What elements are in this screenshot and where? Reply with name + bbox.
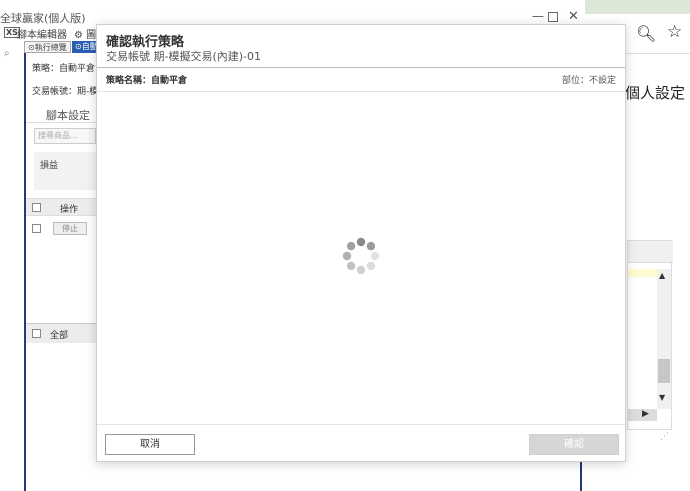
strategy-name: 策略名稱：自動平倉	[106, 76, 188, 86]
list-header	[628, 241, 673, 263]
confirm-button[interactable]: 確認	[529, 434, 619, 455]
tab-execution-overview[interactable]: ⊙執行總覽	[24, 41, 71, 53]
loading-spinner-icon	[342, 237, 380, 275]
menu-item-script-editor[interactable]: 腳本編輯器	[17, 26, 67, 41]
pnl-box: 損益	[34, 152, 96, 190]
all-label: 全部	[50, 331, 69, 341]
grid-header: 操作	[26, 198, 100, 216]
scroll-down-icon[interactable]: ▼	[659, 393, 665, 402]
strategy-label: 策略：自動平倉	[32, 64, 96, 74]
stop-button[interactable]: 停止	[53, 222, 87, 235]
all-checkbox[interactable]	[32, 329, 41, 338]
product-search-input[interactable]: 搜尋商品...	[34, 128, 96, 144]
info-divider	[97, 91, 625, 92]
star-icon[interactable]: ☆	[667, 22, 682, 42]
strategy-panel: 策略：自動平倉 交易帳號：期-模 腳本設定 搜尋商品... 損益 操作 停止 全…	[24, 53, 100, 491]
script-settings-label: 腳本設定	[46, 109, 90, 122]
list-panel: ▲ ▼ ▶	[627, 240, 673, 430]
minimize-icon[interactable]: —	[532, 9, 544, 23]
maximize-icon[interactable]	[548, 12, 558, 22]
pnl-label: 損益	[40, 161, 59, 171]
app-window-title: 全球贏家(個人版)	[0, 12, 86, 25]
operation-column-header: 操作	[60, 205, 79, 215]
footer-divider	[97, 424, 625, 425]
menu-item-chart[interactable]: ⚙ 圖	[74, 26, 96, 41]
vertical-scrollbar[interactable]: ▲ ▼	[657, 269, 671, 409]
account-label: 交易帳號：期-模	[32, 87, 99, 97]
personal-settings-heading: 個人設定	[625, 84, 686, 102]
scroll-right-icon[interactable]: ▶	[642, 409, 649, 419]
search-icon[interactable]: ⌕	[4, 48, 10, 59]
confirm-strategy-dialog: 確認執行策略 交易帳號 期-模擬交易(內建)-01 策略名稱：自動平倉 部位：不…	[96, 24, 626, 462]
dialog-subtitle: 交易帳號 期-模擬交易(內建)-01	[106, 50, 262, 63]
cancel-button[interactable]: 取消	[105, 434, 195, 455]
scroll-up-icon[interactable]: ▲	[659, 271, 665, 280]
menu-item-chart-label: 圖	[86, 30, 97, 41]
scrollbar-thumb[interactable]	[658, 359, 670, 383]
zoom-out-icon[interactable]: 🔍︎	[636, 24, 656, 43]
select-all-checkbox[interactable]	[32, 203, 41, 212]
row-checkbox[interactable]	[32, 224, 41, 233]
position-setting: 部位：不設定	[561, 76, 616, 86]
tab-overview-label: 執行總覽	[34, 43, 67, 52]
list-item[interactable]	[628, 269, 657, 277]
dialog-divider	[97, 67, 625, 68]
resize-grip-icon[interactable]: ⋰	[660, 432, 669, 442]
all-filter-bar: 全部	[26, 323, 100, 343]
close-icon[interactable]: ✕	[568, 9, 579, 24]
browser-tab-strip	[585, 0, 690, 14]
tab-auto-trading[interactable]: ⊙自動	[72, 41, 98, 53]
tab-script-settings[interactable]: 腳本設定	[26, 103, 100, 123]
